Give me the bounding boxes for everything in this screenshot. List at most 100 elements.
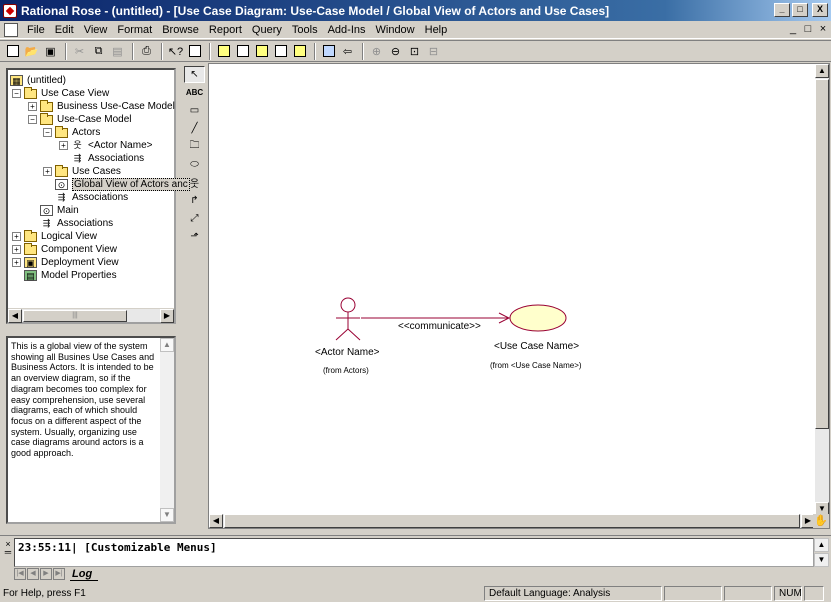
documentation-scrollbar[interactable]: ▲ ▼ [160, 338, 174, 522]
menu-tools[interactable]: Tools [287, 24, 323, 36]
expand-toggle[interactable]: + [12, 258, 21, 267]
cut-icon[interactable]: ✂ [71, 43, 88, 60]
collapse-toggle[interactable]: − [28, 115, 37, 124]
pan-hand-icon[interactable]: ✋ [813, 514, 829, 528]
menu-add-ins[interactable]: Add-Ins [323, 24, 371, 36]
actor-figure[interactable] [335, 297, 361, 341]
browse-deployment-diagram-icon[interactable] [291, 43, 308, 60]
first-tab-icon[interactable]: |◀ [14, 568, 26, 580]
documentation-text[interactable]: This is a global view of the system show… [11, 341, 157, 459]
mdi-close-button[interactable]: × [817, 23, 829, 35]
use-case-name-label[interactable]: <Use Case Name> [494, 341, 579, 352]
tree-item[interactable]: − Use Case View [12, 86, 109, 100]
expand-toggle[interactable]: + [28, 102, 37, 111]
paste-icon[interactable]: ▤ [109, 43, 126, 60]
menu-view[interactable]: View [79, 24, 113, 36]
close-button[interactable]: X [812, 3, 828, 17]
diagram-vertical-scrollbar[interactable]: ▲ ▼ [815, 64, 829, 516]
minimize-button[interactable]: _ [774, 3, 790, 17]
scroll-left-icon[interactable]: ◀ [8, 309, 22, 323]
save-icon[interactable]: ▣ [42, 43, 59, 60]
scroll-down-icon[interactable]: ▼ [814, 553, 829, 567]
selection-tool-icon[interactable]: ↖ [184, 66, 205, 83]
collapse-toggle[interactable]: − [43, 128, 52, 137]
model-browser[interactable]: ▦ (untitled) − Use Case View + Business … [6, 68, 190, 324]
maximize-button[interactable]: □ [792, 3, 808, 17]
next-tab-icon[interactable]: ▶ [40, 568, 52, 580]
collapse-toggle[interactable]: − [12, 89, 21, 98]
document-icon[interactable] [4, 22, 18, 37]
tree-item[interactable]: + 웃 <Actor Name> [59, 139, 152, 152]
use-case-ellipse[interactable] [509, 304, 567, 332]
scroll-up-icon[interactable]: ▲ [815, 64, 829, 78]
rational-rose-icon[interactable] [3, 3, 17, 18]
scroll-up-icon[interactable]: ▲ [160, 338, 174, 352]
log-close-icon[interactable]: × ═ [3, 540, 13, 557]
tree-item[interactable]: ▦ (untitled) [10, 74, 66, 87]
package-tool-icon[interactable]: 🗀 [184, 138, 205, 155]
log-scrollbar[interactable]: ▲ ▼ [814, 538, 829, 567]
context-help-icon[interactable]: ↖? [167, 43, 184, 60]
expand-toggle[interactable]: + [12, 245, 21, 254]
generalization-tool-icon[interactable]: ⬏ [184, 228, 205, 245]
browse-interaction-diagram-icon[interactable] [234, 43, 251, 60]
use-case-diagram-canvas[interactable]: <Actor Name> (from Actors) <<communicate… [208, 63, 830, 529]
use-case-tool-icon[interactable]: ⬭ [184, 156, 205, 173]
tree-item[interactable]: ⇶ Associations [71, 152, 144, 165]
scroll-thumb[interactable]: ||| [23, 310, 127, 322]
expand-toggle[interactable]: + [43, 167, 52, 176]
text-tool-icon[interactable]: ABC [184, 84, 205, 101]
previous-tab-icon[interactable]: ◀ [27, 568, 39, 580]
zoom-in-icon[interactable]: ⊕ [368, 43, 385, 60]
menu-report[interactable]: Report [204, 24, 247, 36]
menu-query[interactable]: Query [247, 24, 287, 36]
open-folder-icon[interactable]: 📂 [23, 43, 40, 60]
menu-help[interactable]: Help [420, 24, 453, 36]
tree-item[interactable]: + Use Cases [43, 164, 121, 178]
zoom-out-icon[interactable]: ⊖ [387, 43, 404, 60]
tree-item[interactable]: + Component View [12, 242, 117, 256]
expand-toggle[interactable]: + [59, 141, 68, 150]
scroll-up-icon[interactable]: ▲ [814, 538, 829, 552]
stereotype-label[interactable]: <<communicate>> [398, 321, 481, 332]
browser-horizontal-scrollbar[interactable]: ◀ ||| ▶ [8, 308, 174, 323]
browse-state-diagram-icon[interactable] [272, 43, 289, 60]
scroll-down-icon[interactable]: ▼ [160, 508, 174, 522]
menu-format[interactable]: Format [112, 24, 157, 36]
log-output[interactable]: 23:55:11| [Customizable Menus] [14, 538, 814, 567]
menu-browse[interactable]: Browse [157, 24, 204, 36]
diagram-horizontal-scrollbar[interactable]: ◀ ▶ [209, 514, 815, 528]
browse-component-diagram-icon[interactable] [253, 43, 270, 60]
view-doc-window-icon[interactable] [186, 43, 203, 60]
menu-window[interactable]: Window [371, 24, 420, 36]
expand-toggle[interactable]: + [12, 232, 21, 241]
undo-fit-icon[interactable]: ⊟ [425, 43, 442, 60]
documentation-window[interactable]: This is a global view of the system show… [6, 336, 176, 524]
anchor-note-tool-icon[interactable]: ╱ [184, 120, 205, 137]
tree-item[interactable]: ⊙ Main [40, 204, 79, 217]
note-tool-icon[interactable]: ▭ [184, 102, 205, 119]
actor-tool-icon[interactable]: 웃 [184, 174, 205, 191]
tree-item-selected[interactable]: ⊙ Global View of Actors anc [55, 178, 190, 191]
tree-item[interactable]: ⇶ Associations [40, 217, 113, 230]
tree-item[interactable]: ⇶ Associations [55, 191, 128, 204]
unidirectional-association-tool-icon[interactable]: ↱ [184, 192, 205, 209]
tree-item[interactable]: + Business Use-Case Model [28, 99, 175, 113]
tab-log[interactable]: Log [70, 568, 99, 581]
fit-in-window-icon[interactable]: ⊡ [406, 43, 423, 60]
tree-item[interactable]: + Logical View [12, 229, 97, 243]
new-file-icon[interactable] [4, 43, 21, 60]
scroll-left-icon[interactable]: ◀ [209, 514, 223, 528]
browse-class-diagram-icon[interactable] [215, 43, 232, 60]
mdi-minimize-button[interactable]: _ [787, 23, 799, 35]
last-tab-icon[interactable]: ▶| [53, 568, 65, 580]
menu-file[interactable]: File [22, 24, 50, 36]
browse-previous-diagram-icon[interactable]: ⇦ [339, 43, 356, 60]
scroll-thumb[interactable] [815, 79, 829, 429]
tree-item[interactable]: ▤ Model Properties [24, 269, 117, 282]
scroll-right-icon[interactable]: ▶ [160, 309, 174, 323]
mdi-restore-button[interactable]: □ [802, 23, 814, 35]
tree-item[interactable]: − Use-Case Model [28, 112, 131, 126]
print-icon[interactable]: ⎙ [138, 43, 155, 60]
tree-item[interactable]: − Actors [43, 125, 100, 139]
